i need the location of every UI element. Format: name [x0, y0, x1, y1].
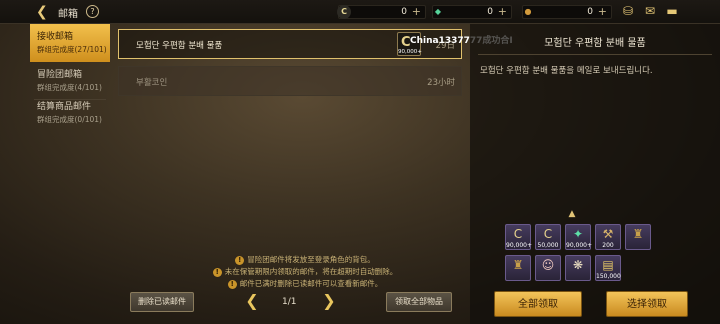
reward-item[interactable]: ⚒ 200: [595, 224, 621, 250]
gold-coin-icon: C: [513, 227, 523, 241]
potion-icon: ♜: [512, 258, 524, 272]
reward-item[interactable]: C 90,000+: [505, 224, 533, 250]
attachment-qty: 90,000+: [398, 49, 422, 55]
page-title: 邮箱: [58, 9, 78, 20]
currency-gem-value: 0: [487, 7, 493, 17]
chat-icon[interactable]: ▬: [664, 4, 680, 19]
currency-gem: ◆ 0 +: [432, 5, 512, 19]
notice-text: 未在保管期限内领取的邮件，将在超期时自动删除。: [224, 267, 398, 276]
reward-item[interactable]: ♜: [505, 255, 531, 281]
item-qty: 150,000: [596, 273, 621, 280]
notice-line: ! 未在保管期限内领取的邮件，将在超期时自动删除。: [190, 266, 420, 277]
receive-all-button[interactable]: 全部领取: [494, 291, 582, 317]
currency-bronze: ● 0 +: [522, 5, 612, 19]
top-bar: ❮ 邮箱 ? C 0 + ◆ 0 + ● 0 + ⛁ ✉ ▬: [0, 0, 720, 24]
tab-label: 结算商品邮件: [37, 102, 92, 112]
warning-icon: !: [212, 268, 222, 277]
notice-text: 邮件已满时删除已读邮件可以查看新邮件。: [239, 279, 383, 288]
potion-icon: ♜: [632, 227, 644, 241]
green-gem-icon: ◆: [434, 7, 442, 16]
mail-time: 23小时: [427, 78, 455, 88]
gold-stack-icon: ▤: [602, 258, 614, 272]
help-button[interactable]: ?: [86, 5, 99, 18]
item-qty: 90,000+: [566, 242, 593, 249]
tool-icon: ⚒: [602, 227, 614, 241]
warning-icon: !: [235, 256, 245, 265]
notice-line: ! 冒险团邮件将发放至登录角色的背包。: [190, 254, 420, 265]
mail-subject: 모험단 우편함 분배 물품: [136, 41, 223, 51]
chevron-up-icon[interactable]: ▲: [564, 210, 580, 219]
detail-body: 모험단 우편함 분배 물품을 메일로 보내드립니다.: [480, 66, 653, 76]
delete-read-button[interactable]: 删除已读邮件: [130, 292, 194, 312]
reward-item[interactable]: ▤ 150,000: [595, 255, 621, 281]
reward-item[interactable]: ✦ 90,000+: [565, 224, 593, 250]
tab-progress: 群组完成度(0/101): [37, 115, 102, 124]
tab-progress: 群组完成度(27/101): [37, 45, 107, 54]
character-icon: ☺: [541, 258, 555, 272]
tab-label: 冒险团邮箱: [37, 70, 83, 80]
reward-item[interactable]: ☺: [535, 255, 561, 281]
gold-bag-icon[interactable]: ⛁: [620, 4, 636, 19]
scroll-icon: ❋: [572, 258, 584, 272]
back-arrow-icon[interactable]: ❮: [36, 4, 54, 20]
gold-coin-icon: C: [543, 227, 553, 241]
page-indicator: 1/1: [282, 297, 297, 307]
reward-item[interactable]: ❋: [565, 255, 591, 281]
add-bronze-button[interactable]: +: [598, 5, 607, 18]
gold-coin-icon: C: [337, 5, 351, 19]
tab-label: 接收邮箱: [37, 32, 74, 42]
mail-item[interactable]: 부활코인 23小时: [118, 66, 462, 96]
bronze-coin-icon: ●: [524, 7, 532, 16]
notice-line: ! 邮件已满时删除已读邮件可以查看新邮件。: [190, 278, 420, 289]
prev-page-icon[interactable]: ❮: [245, 293, 259, 309]
tab-receive-mailbox[interactable]: 接收邮箱 群组完成度(27/101): [30, 24, 110, 62]
mail-subject: 부활코인: [136, 78, 168, 88]
receive-all-items-button[interactable]: 领取全部物品: [386, 292, 452, 312]
tab-settlement-mail[interactable]: 结算商品邮件 群组完成度(0/101): [30, 94, 110, 132]
item-qty: 50,000: [537, 242, 559, 249]
mailbox-sidebar: 接收邮箱 群组完成度(27/101) 冒险团邮箱 群组完成度(4/101) 结算…: [30, 24, 110, 324]
select-receive-button[interactable]: 选择领取: [606, 291, 688, 317]
add-gem-button[interactable]: +: [498, 5, 507, 18]
currency-gold: C 0 +: [337, 5, 426, 19]
warning-icon: !: [227, 280, 237, 289]
green-crystal-icon: ✦: [572, 227, 584, 241]
add-gold-button[interactable]: +: [412, 5, 421, 18]
currency-gold-value: 0: [401, 7, 407, 17]
notice-text: 冒险团邮件将发放至登录角色的背包。: [247, 255, 375, 264]
currency-bronze-value: 0: [587, 7, 593, 17]
detail-title: 모험단 우편함 분배 물품: [544, 38, 646, 49]
mail-icon[interactable]: ✉: [642, 4, 658, 19]
reward-item[interactable]: ♜: [625, 224, 651, 250]
divider: [478, 54, 712, 55]
tab-progress: 群组完成度(4/101): [37, 83, 102, 92]
item-qty: 200: [602, 242, 614, 249]
reward-item[interactable]: C 50,000: [535, 224, 561, 250]
item-qty: 90,000+: [506, 242, 533, 249]
mail-detail-panel: 모험단 우편함 분배 물품 모험단 우편함 분배 물품을 메일로 보내드립니다.…: [470, 24, 720, 324]
next-page-icon[interactable]: ❯: [322, 293, 336, 309]
